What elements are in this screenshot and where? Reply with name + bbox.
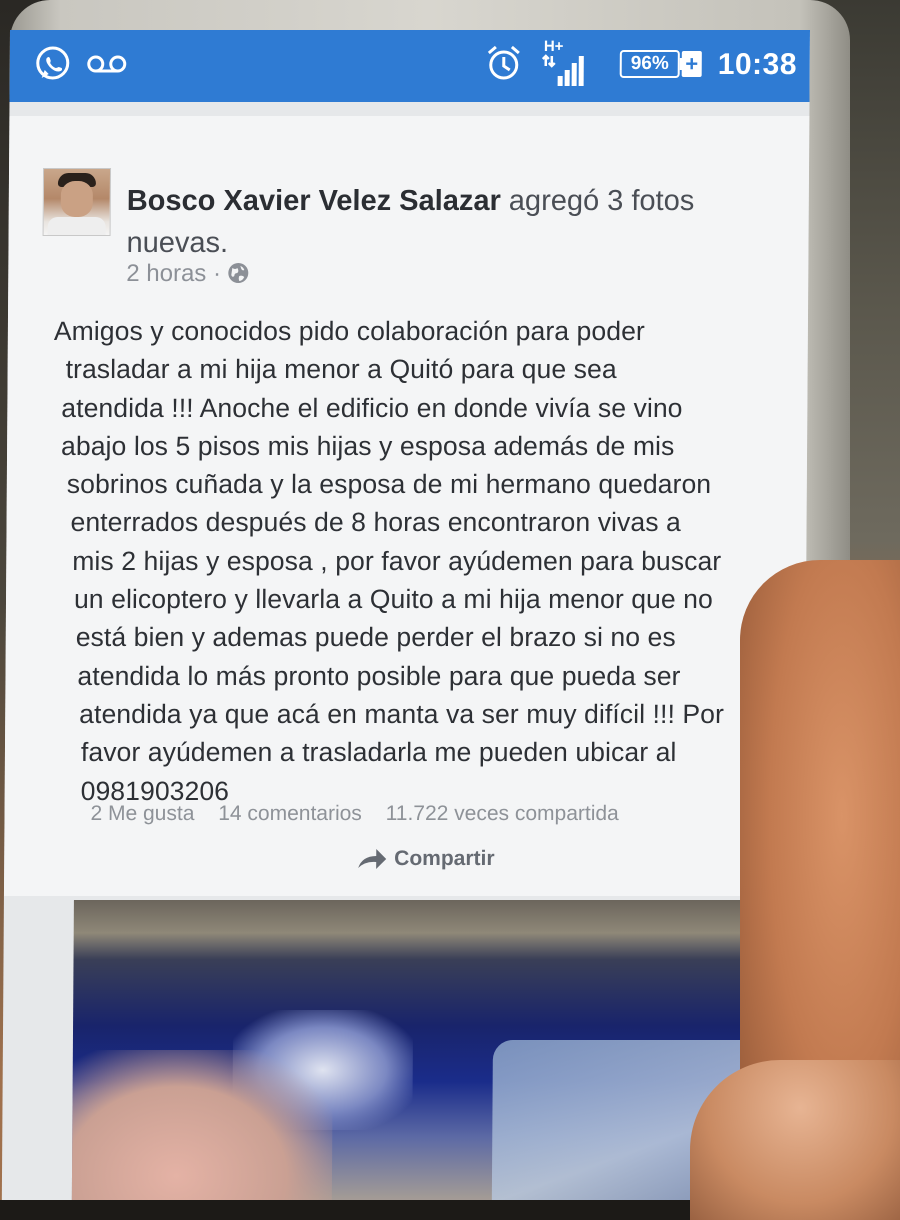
post-line: un elicoptero y llevarla a Quito a mi hi…: [73, 584, 714, 615]
avatar[interactable]: [42, 168, 112, 236]
post-card: Bosco Xavier Velez Salazar agregó 3 foto…: [3, 116, 810, 896]
avatar-shirt: [47, 217, 106, 236]
share-arrow-icon: [358, 849, 387, 869]
signal-icon: [540, 54, 588, 91]
battery-icon: 96%: [619, 50, 680, 78]
post-line: enterrados después de 8 horas encontraro…: [70, 507, 682, 538]
post-line: abajo los 5 pisos mis hijas y esposa ade…: [60, 430, 675, 461]
post-header: Bosco Xavier Velez Salazar agregó 3 foto…: [126, 180, 777, 264]
holding-thumb: [690, 1060, 900, 1220]
network-type: H+: [543, 38, 564, 55]
post-line: favor ayúdemen a trasladarla me pueden u…: [80, 737, 677, 768]
voicemail-icon: [86, 54, 128, 79]
post-line: atendida !!! Anoche el edificio en donde…: [61, 392, 683, 423]
post-stats: 2 Me gusta 14 comentarios 11.722 veces c…: [90, 802, 636, 826]
phone-frame: H+ 96% + 10:38 Bosco Xavier Velez Salaza…: [1, 0, 850, 1200]
post-line: trasladar a mi hija menor a Quitó para q…: [65, 354, 617, 385]
post-line: Amigos y conocidos pido colaboración par…: [53, 316, 646, 346]
globe-icon: [228, 262, 250, 291]
share-button-label: Compartir: [394, 847, 495, 870]
post-meta: 2 horas ·: [126, 260, 250, 291]
post-line: está bien y ademas puede perder el brazo…: [75, 622, 676, 653]
likes-count[interactable]: 2 Me gusta: [90, 802, 194, 825]
photo-skin: [71, 1050, 333, 1200]
post-body: Amigos y conocidos pido colaboración par…: [51, 312, 784, 810]
post-line: sobrinos cuñada y la esposa de mi herman…: [66, 469, 712, 500]
post-photo[interactable]: [71, 900, 774, 1200]
share-button[interactable]: Compartir: [356, 846, 495, 871]
phone-screen: H+ 96% + 10:38 Bosco Xavier Velez Salaza…: [1, 30, 810, 1200]
comments-count[interactable]: 14 comentarios: [218, 802, 362, 825]
post-time[interactable]: 2 horas: [126, 260, 206, 287]
shares-count[interactable]: 11.722 veces compartida: [386, 802, 619, 825]
post-line: mis 2 hijas y esposa , por favor ayúdeme…: [72, 545, 722, 576]
post-line: atendida ya que acá en manta va ser muy …: [79, 698, 725, 729]
post-line: atendida lo más pronto posible para que …: [77, 660, 681, 691]
avatar-face: [60, 181, 93, 217]
alarm-icon: [486, 44, 522, 87]
status-bar: H+ 96% + 10:38: [9, 30, 810, 102]
charging-icon: +: [681, 51, 702, 77]
whatsapp-icon: [34, 45, 72, 88]
clock: 10:38: [717, 48, 798, 81]
meta-separator: ·: [212, 260, 222, 287]
author-name[interactable]: Bosco Xavier Velez Salazar: [127, 185, 501, 217]
